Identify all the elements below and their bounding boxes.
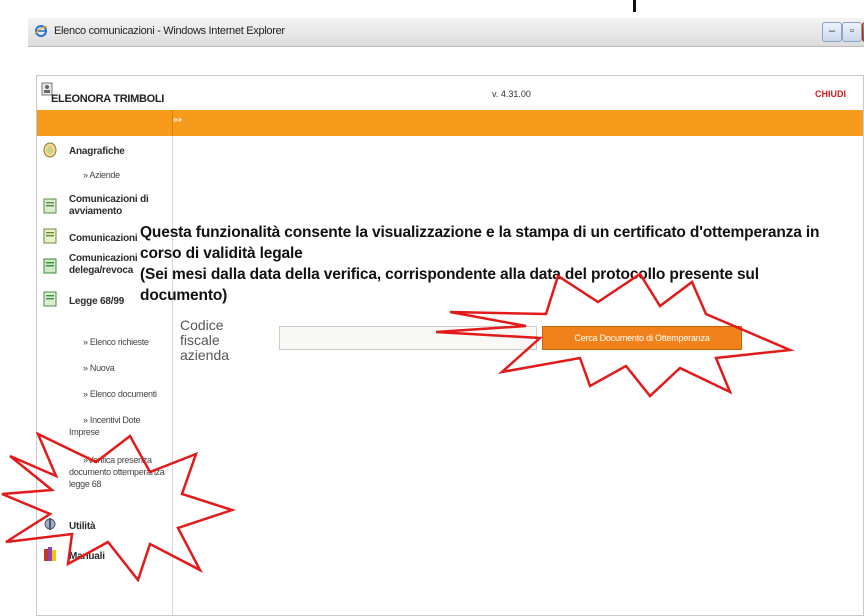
version-label: v. 4.31.00 xyxy=(492,89,531,99)
headline-line-2: corso di validità legale xyxy=(140,245,303,262)
headline-line-3: (Sei mesi dalla data della verifica, cor… xyxy=(140,266,759,304)
user-name: ELEONORA TRIMBOLI xyxy=(51,93,165,105)
restore-button[interactable]: ▫ xyxy=(842,22,862,42)
codice-fiscale-input[interactable] xyxy=(279,326,537,350)
cerca-documento-button[interactable]: Cerca Documento di Ottemperanza xyxy=(542,326,742,350)
document-icon xyxy=(43,198,57,214)
folder-icon xyxy=(43,142,57,158)
sidebar-link-incentivi-dote-imprese[interactable]: » Incentivi Dote Imprese xyxy=(69,414,163,438)
document-icon xyxy=(43,258,57,274)
sidebar-link-aziende[interactable]: » Aziende xyxy=(83,169,120,181)
sidebar-item-comunicazioni[interactable]: Comunicazioni xyxy=(69,233,138,245)
sidebar-item-utilita[interactable]: Utilità xyxy=(69,521,96,533)
headline-line-1: Questa funzionalità consente la visualiz… xyxy=(140,224,820,241)
page-headline: Questa funzionalità consente la visualiz… xyxy=(140,222,830,306)
sidebar-item-comunicazioni-avviamento[interactable]: Comunicazioni di avviamento xyxy=(69,194,167,218)
sidebar: Anagrafiche » Aziende Comunicazioni di a… xyxy=(37,136,173,615)
app-header: ELEONORA TRIMBOLI v. 4.31.00 CHIUDI xyxy=(37,76,863,110)
internet-explorer-icon xyxy=(34,25,48,37)
sidebar-link-elenco-documenti[interactable]: » Elenco documenti xyxy=(83,388,157,400)
chiudi-link[interactable]: CHIUDI xyxy=(815,89,846,99)
navigation-bar: »» xyxy=(37,110,863,136)
sidebar-link-verifica-presenza[interactable]: »Verifica presenza documento ottemperanz… xyxy=(69,454,169,490)
minimize-button[interactable]: – xyxy=(822,22,842,42)
sidebar-link-elenco-richieste[interactable]: » Elenco richieste xyxy=(83,336,149,348)
sidebar-item-manuali[interactable]: Manuali xyxy=(69,551,105,563)
sidebar-link-nuova[interactable]: » Nuova xyxy=(83,362,115,374)
books-icon xyxy=(44,547,56,561)
window-title: Elenco comunicazioni - Windows Internet … xyxy=(54,25,285,37)
sidebar-item-legge-68-99[interactable]: Legge 68/99 xyxy=(69,296,124,308)
document-icon xyxy=(43,228,57,244)
document-icon xyxy=(43,291,57,307)
tools-icon xyxy=(44,518,56,530)
sidebar-item-anagrafiche[interactable]: Anagrafiche xyxy=(69,146,125,158)
breadcrumb-arrows: »» xyxy=(173,115,182,124)
browser-title-bar: Elenco comunicazioni - Windows Internet … xyxy=(28,18,864,47)
codice-fiscale-label: Codice fiscale azienda xyxy=(180,317,230,363)
cursor-tick xyxy=(633,0,636,12)
